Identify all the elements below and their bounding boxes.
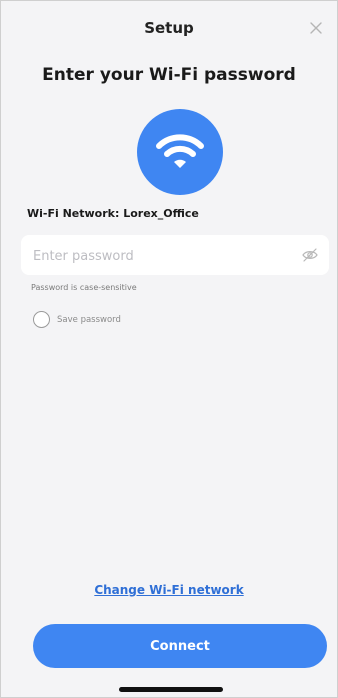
save-password-label: Save password bbox=[57, 314, 121, 325]
setup-screen: Setup Enter your Wi-Fi password Wi-Fi Ne… bbox=[0, 0, 338, 698]
connect-button[interactable]: Connect bbox=[33, 624, 327, 668]
password-field bbox=[21, 235, 329, 277]
home-indicator bbox=[119, 687, 223, 692]
wifi-badge bbox=[137, 109, 223, 195]
network-label: Wi-Fi Network: bbox=[27, 207, 120, 220]
wifi-icon bbox=[156, 134, 204, 168]
instruction-heading: Enter your Wi-Fi password bbox=[42, 65, 296, 85]
change-network-link[interactable]: Change Wi-Fi network bbox=[1, 583, 337, 597]
toggle-password-visibility-button[interactable] bbox=[301, 246, 319, 264]
close-icon bbox=[310, 22, 322, 34]
network-name: Lorex_Office bbox=[123, 207, 199, 220]
page-title: Setup bbox=[144, 19, 194, 37]
save-password-option[interactable]: Save password bbox=[33, 311, 121, 328]
password-input[interactable] bbox=[31, 235, 285, 277]
eye-off-icon bbox=[302, 248, 318, 262]
header: Setup bbox=[1, 1, 337, 61]
network-info: Wi-Fi Network: Lorex_Office bbox=[27, 207, 199, 220]
close-button[interactable] bbox=[305, 17, 327, 39]
password-hint: Password is case-sensitive bbox=[31, 283, 137, 292]
save-password-radio[interactable] bbox=[33, 311, 50, 328]
